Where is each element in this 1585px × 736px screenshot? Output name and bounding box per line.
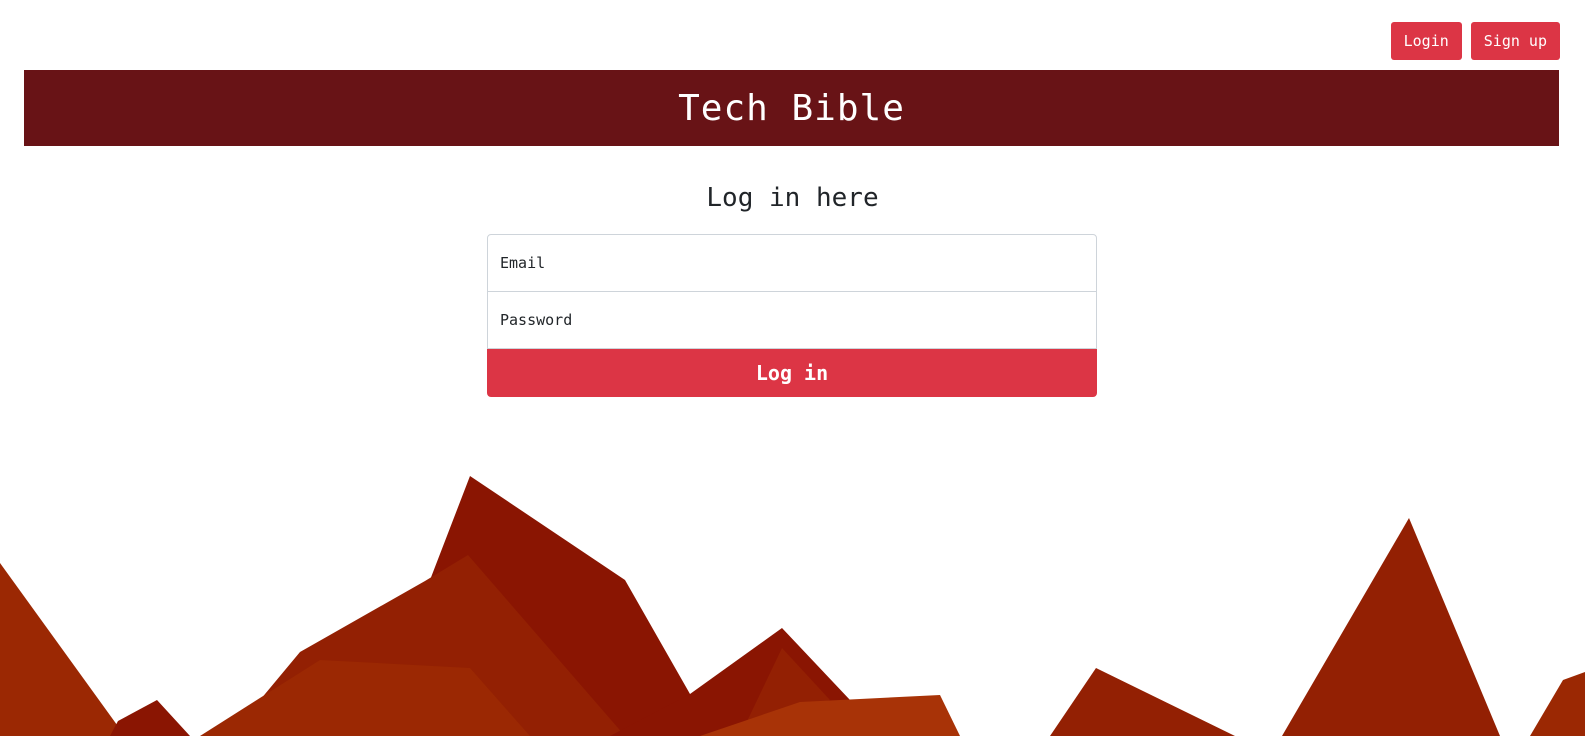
password-field[interactable] — [487, 291, 1097, 349]
mountain-shape — [1050, 668, 1235, 736]
nav-login-button[interactable]: Login — [1390, 22, 1462, 60]
login-heading: Log in here — [706, 183, 879, 213]
page: Login Sign up Tech Bible Log in here Log… — [0, 0, 1585, 736]
mountain-shape — [0, 563, 125, 736]
nav-signup-button[interactable]: Sign up — [1470, 22, 1560, 60]
site-banner: Tech Bible — [24, 70, 1559, 146]
mountain-shape — [110, 700, 190, 736]
top-nav: Login Sign up — [1390, 22, 1560, 60]
mountain-shape — [1282, 518, 1500, 736]
login-form: Log in — [487, 234, 1097, 397]
site-title: Tech Bible — [678, 87, 905, 129]
login-submit-button[interactable]: Log in — [487, 349, 1097, 397]
email-field[interactable] — [487, 234, 1097, 292]
mountain-shape — [1530, 672, 1585, 736]
